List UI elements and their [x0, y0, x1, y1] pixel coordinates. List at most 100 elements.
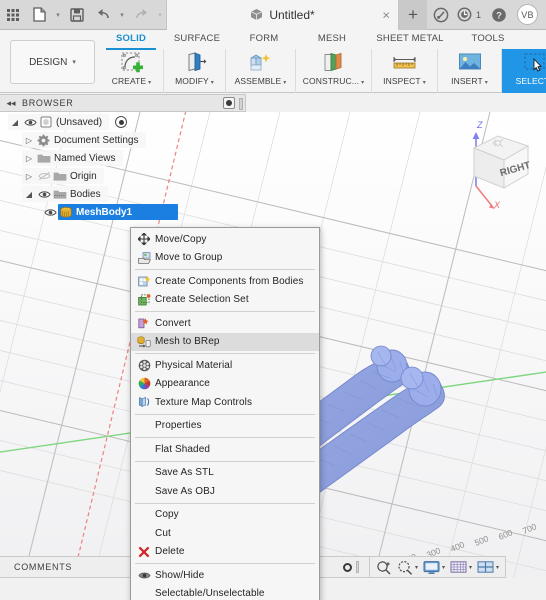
new-tab-button[interactable]: + [398, 0, 427, 30]
tree-node-unsaved[interactable]: ◢ (Unsaved) [8, 114, 110, 130]
viewports-icon[interactable]: ▾ [475, 557, 501, 577]
menu-item-texture-map-controls[interactable]: Texture Map Controls [131, 393, 319, 412]
menu-item-appearance[interactable]: Appearance [131, 375, 319, 394]
menu-label-move-copy: Move/Copy [155, 233, 207, 245]
tab-form[interactable]: FORM [232, 30, 296, 48]
menu-item-show-hide[interactable]: Show/Hide [131, 566, 319, 585]
menu-item-create-selection-set[interactable]: Create Selection Set [131, 291, 319, 310]
document-tab[interactable]: Untitled* × [166, 0, 399, 30]
move-copy-icon [135, 233, 153, 246]
new-document-caret-icon[interactable]: ▾ [52, 0, 64, 30]
close-icon[interactable]: × [382, 8, 390, 21]
tree-row-origin[interactable]: ▷ Origin [0, 167, 250, 185]
tab-mesh[interactable]: MESH [296, 30, 368, 48]
extension-icon[interactable] [427, 0, 455, 30]
chevron-down-icon[interactable]: ▾ [415, 564, 418, 571]
collapse-left-icon[interactable]: ◂◂ [0, 98, 22, 109]
panel-construct[interactable]: CONSTRUC... ▾ [296, 49, 372, 93]
workspace-switcher[interactable]: DESIGN ▾ [10, 40, 95, 84]
new-document-icon[interactable] [26, 0, 52, 30]
panel-assemble[interactable]: ASSEMBLE ▾ [226, 49, 296, 93]
menu-label-create-selection-set: Create Selection Set [155, 294, 249, 306]
menu-item-move-copy[interactable]: Move/Copy [131, 230, 319, 249]
panel-select[interactable]: SELECT▾ [502, 49, 546, 93]
tree-row-document-settings[interactable]: ▷ Document Settings [0, 131, 250, 149]
tree-node-named-views[interactable]: ▷ Named Views [22, 150, 123, 166]
undo-icon[interactable] [90, 0, 116, 30]
chevron-down-icon[interactable]: ▾ [469, 564, 472, 571]
tab-solid[interactable]: SOLID [100, 30, 162, 50]
panel-insert[interactable]: INSERT ▾ [438, 49, 502, 93]
visibility-eye-icon[interactable] [22, 118, 38, 127]
menu-separator [135, 437, 315, 438]
chevron-down-icon[interactable]: ▾ [496, 564, 499, 571]
comments-resize-grip[interactable] [356, 561, 359, 573]
tree-row-bodies[interactable]: ◢ Bodies [0, 185, 250, 203]
menu-item-save-as-obj[interactable]: Save As OBJ [131, 482, 319, 501]
zoom-icon[interactable]: ▾ [395, 557, 420, 577]
panel-inspect-label: INSPECT ▾ [383, 76, 426, 86]
undo-caret-icon[interactable]: ▾ [116, 0, 128, 30]
chevron-down-icon[interactable]: ▾ [442, 564, 445, 571]
redo-icon[interactable] [128, 0, 154, 30]
menu-item-convert[interactable]: Convert [131, 314, 319, 333]
panel-modify[interactable]: MODIFY ▾ [164, 49, 226, 93]
panel-create[interactable]: CREATE ▾ [100, 49, 164, 93]
menu-item-selectable-unselectable[interactable]: Selectable/Unselectable [131, 585, 319, 600]
expand-arrow-icon[interactable]: ▷ [22, 172, 36, 181]
menu-item-physical-material[interactable]: Physical Material [131, 356, 319, 375]
menu-item-mesh-to-brep[interactable]: Mesh to BRep [131, 332, 319, 351]
tree-node-meshbody1[interactable]: MeshBody1 [58, 204, 178, 220]
menu-item-flat-shaded[interactable]: Flat Shaded [131, 440, 319, 459]
visibility-eye-icon[interactable] [42, 208, 58, 217]
menu-item-create-components-from-bodies[interactable]: Create Components from Bodies [131, 272, 319, 291]
activate-component-radio[interactable] [115, 116, 128, 128]
tree-row-named-views[interactable]: ▷ Named Views [0, 149, 250, 167]
display-settings-icon[interactable]: ▾ [421, 557, 447, 577]
help-icon[interactable]: ? [485, 0, 513, 30]
tab-sheet-metal[interactable]: SHEET METAL [368, 30, 452, 48]
menu-item-properties[interactable]: Properties [131, 417, 319, 436]
menu-separator [135, 413, 315, 415]
view-cube[interactable]: Z X RIGHT [448, 114, 544, 210]
menu-item-save-as-stl[interactable]: Save As STL [131, 464, 319, 483]
mesh-body-icon [58, 206, 73, 219]
ribbon: DESIGN ▾ SOLID SURFACE FORM MESH SHEET M… [0, 30, 546, 93]
visibility-eye-icon[interactable] [36, 190, 52, 199]
chevron-down-icon: ▾ [72, 59, 76, 66]
menu-item-copy[interactable]: Copy [131, 506, 319, 525]
visibility-eye-off-icon[interactable] [36, 171, 52, 181]
tree-row-meshbody1[interactable]: MeshBody1 [0, 203, 250, 221]
redo-caret-icon[interactable]: ▾ [154, 0, 166, 30]
panel-insert-label: INSERT ▾ [451, 76, 488, 86]
save-icon[interactable] [64, 0, 90, 30]
comments-label: COMMENTS [14, 562, 73, 572]
tree-label-named-views: Named Views [54, 152, 116, 164]
panel-resize-grip[interactable] [239, 98, 243, 110]
comment-dot-icon[interactable] [343, 562, 352, 572]
menu-item-cut[interactable]: Cut [131, 524, 319, 543]
job-status-clock-icon[interactable] [455, 0, 475, 30]
texture-map-icon [135, 396, 153, 408]
tree-row-unsaved[interactable]: ◢ (Unsaved) [0, 113, 250, 131]
expand-arrow-icon[interactable]: ◢ [8, 118, 22, 127]
orbit-icon[interactable] [374, 557, 394, 577]
menu-item-move-to-group[interactable]: Move to Group [131, 249, 319, 268]
tab-surface[interactable]: SURFACE [162, 30, 232, 48]
browser-options-icon[interactable] [223, 97, 235, 109]
tree-node-document-settings[interactable]: ▷ Document Settings [22, 132, 146, 148]
mesh-to-brep-icon [135, 336, 153, 348]
panel-select-label: SELECT▾ [515, 76, 546, 86]
grid-snap-icon[interactable]: ▾ [448, 557, 474, 577]
grid-apps-icon[interactable] [0, 0, 26, 30]
expand-arrow-icon[interactable]: ◢ [22, 190, 36, 199]
tree-node-bodies[interactable]: ◢ Bodies [22, 186, 108, 202]
avatar[interactable]: VB [517, 4, 538, 25]
document-title: Untitled* [269, 7, 315, 22]
tree-node-origin[interactable]: ▷ Origin [22, 168, 104, 184]
panel-inspect[interactable]: INSPECT ▾ [372, 49, 438, 93]
menu-item-delete[interactable]: Delete [131, 543, 319, 562]
expand-arrow-icon[interactable]: ▷ [22, 136, 36, 145]
expand-arrow-icon[interactable]: ▷ [22, 154, 36, 163]
tab-tools[interactable]: TOOLS [452, 30, 524, 48]
